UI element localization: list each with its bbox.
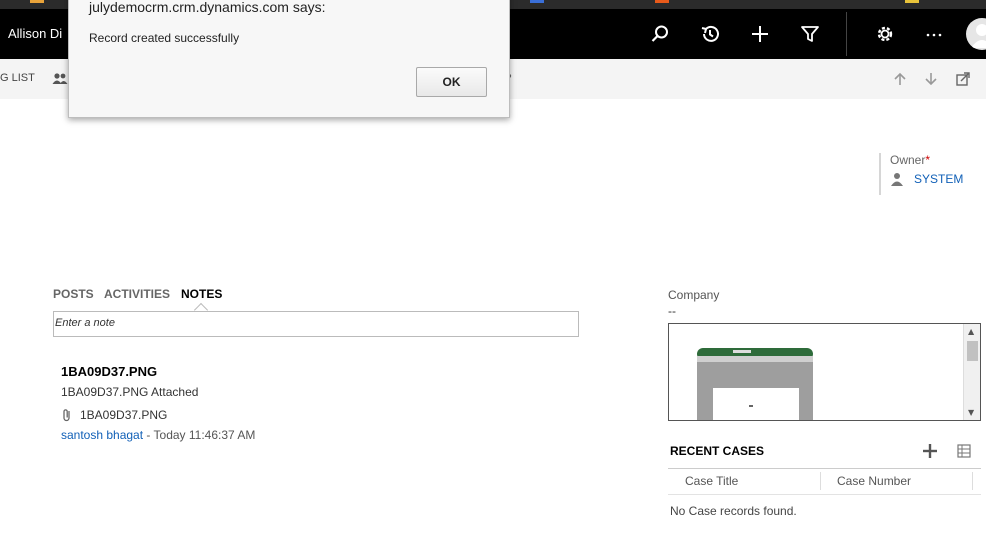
vertical-scrollbar[interactable]: ▲ ▼ — [963, 324, 980, 420]
scroll-up-icon[interactable]: ▲ — [968, 327, 974, 336]
note-author[interactable]: santosh bhagat — [61, 428, 143, 442]
tab-posts[interactable]: POSTS — [53, 287, 94, 301]
scroll-down-icon[interactable]: ▼ — [968, 408, 974, 417]
nav-divider — [846, 12, 847, 56]
attachment-name[interactable]: 1BA09D37.PNG — [80, 408, 167, 422]
screenshot-thumbnail — [697, 348, 813, 420]
empty-message: No Case records found. — [670, 504, 797, 518]
alert-dialog: julydemocrm.crm.dynamics.com says: Recor… — [68, 0, 510, 118]
more-icon[interactable] — [922, 22, 946, 46]
note-attachment[interactable]: 1BA09D37.PNG — [61, 408, 255, 422]
image-preview: ▲ ▼ — [668, 323, 981, 421]
note-input[interactable]: Enter a note — [53, 311, 579, 337]
owner-label: Owner* — [890, 153, 931, 167]
note-meta: santosh bhagat - Today 11:46:37 AM — [61, 428, 256, 442]
search-icon[interactable] — [648, 22, 672, 46]
note-title: 1BA09D37.PNG — [61, 364, 158, 379]
add-case-icon[interactable] — [922, 443, 938, 459]
command-marketing-list[interactable]: G LIST — [0, 72, 35, 84]
tab-favicon — [530, 0, 544, 3]
owner-value[interactable]: SYSTEM — [890, 172, 979, 186]
history-icon[interactable] — [698, 22, 722, 46]
tab-favicon — [655, 0, 669, 3]
note-timestamp: Today 11:46:37 AM — [153, 428, 256, 442]
recent-cases-title: RECENT CASES — [670, 444, 765, 458]
divider — [668, 494, 981, 495]
ok-button[interactable]: OK — [416, 67, 487, 97]
owner-field: Owner* SYSTEM — [879, 153, 979, 195]
arrow-up-icon[interactable] — [892, 71, 908, 87]
settings-icon[interactable] — [873, 22, 897, 46]
company-label: Company — [668, 288, 720, 302]
user-icon — [891, 173, 903, 186]
dialog-message: Record created successfully — [89, 31, 240, 45]
filter-icon[interactable] — [798, 22, 822, 46]
dialog-title: julydemocrm.crm.dynamics.com says: — [89, 0, 326, 15]
arrow-down-icon[interactable] — [923, 71, 939, 87]
column-divider — [820, 472, 821, 490]
tab-notes[interactable]: NOTES — [181, 287, 222, 301]
pop-out-icon[interactable] — [955, 71, 971, 87]
column-divider — [972, 472, 973, 490]
plus-icon[interactable] — [748, 22, 772, 46]
paperclip-icon — [63, 409, 70, 422]
avatar[interactable] — [966, 18, 986, 50]
user-name[interactable]: Allison Di — [8, 26, 62, 41]
column-header-case-title[interactable]: Case Title — [685, 474, 738, 488]
owner-name[interactable]: SYSTEM — [914, 172, 963, 186]
divider — [668, 468, 981, 469]
tab-favicon — [905, 0, 919, 3]
list-item: 1BA09D37.PNG 1BA09D37.PNG Attached 1BA09… — [61, 364, 255, 442]
note-text: 1BA09D37.PNG Attached — [61, 385, 199, 399]
column-header-case-number[interactable]: Case Number — [837, 474, 911, 488]
required-mark: * — [925, 153, 931, 167]
scrollbar-thumb[interactable] — [967, 341, 978, 361]
grid-view-icon[interactable] — [957, 444, 971, 458]
tab-favicon — [30, 0, 44, 3]
users-icon[interactable] — [52, 71, 68, 87]
tab-activities[interactable]: ACTIVITIES — [104, 287, 170, 301]
company-value[interactable]: -- — [668, 304, 676, 318]
